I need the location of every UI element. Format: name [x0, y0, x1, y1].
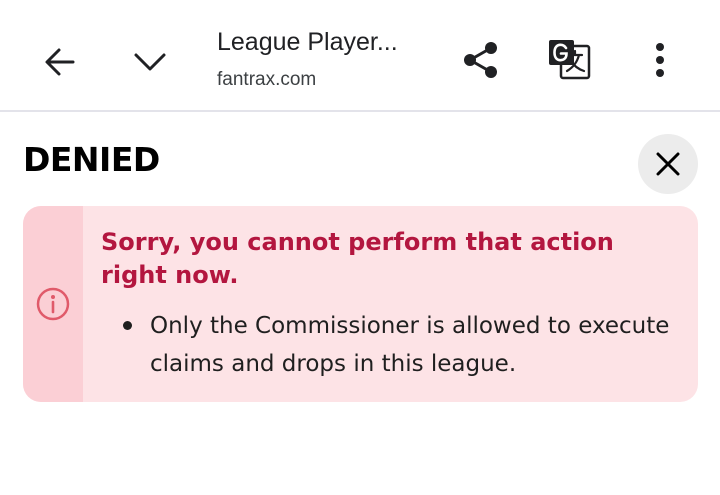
- browser-toolbar: League Player... fantrax.com: [0, 0, 720, 112]
- expand-button[interactable]: [128, 40, 172, 84]
- page-url: fantrax.com: [217, 69, 317, 90]
- close-icon: [656, 152, 680, 176]
- overflow-menu-button[interactable]: [642, 37, 678, 83]
- share-button[interactable]: [458, 37, 504, 83]
- translate-icon: [549, 40, 591, 80]
- dialog-heading: DENIED: [23, 140, 160, 179]
- alert-title: Sorry, you cannot perform that action ri…: [101, 228, 614, 289]
- bullet: [123, 321, 132, 330]
- page-title-block[interactable]: League Player... fantrax.com: [217, 26, 447, 92]
- page-title: League Player...: [217, 28, 398, 56]
- share-icon: [464, 42, 497, 78]
- more-vert-icon: [656, 43, 664, 77]
- arrow-left-icon: [45, 48, 75, 76]
- close-button[interactable]: [638, 134, 698, 194]
- alert-message-item: Only the Commissioner is allowed to exec…: [123, 307, 683, 383]
- back-button[interactable]: [38, 40, 82, 84]
- alert-message-text: Only the Commissioner is allowed to exec…: [150, 313, 670, 377]
- error-alert: Sorry, you cannot perform that action ri…: [23, 206, 698, 402]
- translate-button[interactable]: [545, 36, 593, 84]
- info-icon: [36, 287, 70, 321]
- alert-message-list: Only the Commissioner is allowed to exec…: [123, 307, 683, 383]
- chevron-down-icon: [134, 53, 166, 71]
